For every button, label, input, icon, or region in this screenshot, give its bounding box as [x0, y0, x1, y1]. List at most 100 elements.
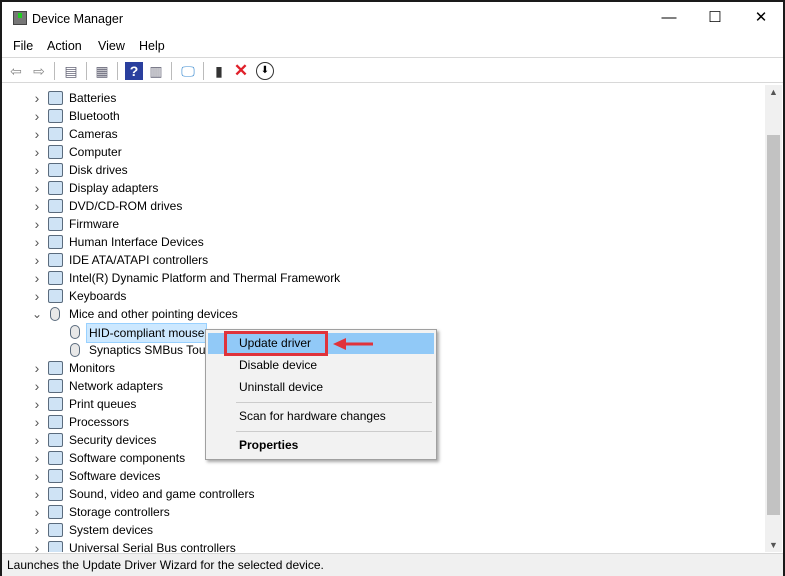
item-label: Intel(R) Dynamic Platform and Thermal Fr… — [69, 271, 341, 285]
chevron-right-icon[interactable]: › — [32, 197, 42, 215]
device-manager-icon — [13, 11, 27, 25]
device-icon — [48, 523, 63, 537]
item-label: DVD/CD-ROM drives — [69, 199, 183, 213]
properties-icon[interactable]: ▦ — [93, 62, 111, 80]
device-icon — [48, 397, 63, 411]
annotation-highlight-box — [224, 331, 328, 356]
download-icon[interactable]: ⬇ — [256, 62, 274, 80]
menu-help[interactable]: Help — [139, 39, 165, 53]
uninstall-icon[interactable]: ✕ — [232, 62, 250, 80]
maximize-button[interactable]: ☐ — [692, 2, 738, 34]
device-icon — [48, 469, 63, 483]
toolbar: ⇦ ⇨ ▤ ▦ ? ▥ 🖵 ▮ ✕ ⬇ — [2, 57, 783, 83]
device-icon — [48, 235, 63, 249]
menu-action[interactable]: Action — [47, 39, 82, 53]
chevron-right-icon[interactable]: › — [32, 233, 42, 251]
menu-item-disable-device[interactable]: Disable device — [208, 355, 434, 376]
chevron-right-icon[interactable]: › — [32, 413, 42, 431]
scroll-down-icon[interactable]: ▼ — [765, 540, 782, 550]
scroll-thumb[interactable] — [767, 135, 780, 515]
category-item[interactable]: › Storage controllers — [6, 503, 706, 521]
chevron-right-icon[interactable]: › — [32, 449, 42, 467]
chevron-right-icon[interactable]: › — [32, 395, 42, 413]
chevron-right-icon[interactable]: › — [32, 251, 42, 269]
vertical-scrollbar[interactable]: ▲ ▼ — [765, 85, 782, 552]
menu-file[interactable]: File — [13, 39, 33, 53]
chevron-right-icon[interactable]: › — [32, 521, 42, 539]
item-label: Universal Serial Bus controllers — [69, 541, 236, 552]
chevron-right-icon[interactable]: › — [32, 89, 42, 107]
item-label: Network adapters — [69, 379, 164, 393]
category-item[interactable]: › Firmware — [6, 215, 706, 233]
category-item[interactable]: › IDE ATA/ATAPI controllers — [6, 251, 706, 269]
chevron-right-icon[interactable]: › — [32, 431, 42, 449]
chevron-right-icon[interactable]: › — [32, 125, 42, 143]
menu-view[interactable]: View — [98, 39, 125, 53]
menu-item-scan-hardware[interactable]: Scan for hardware changes — [208, 406, 434, 427]
category-item[interactable]: › System devices — [6, 521, 706, 539]
chevron-right-icon[interactable]: › — [32, 539, 42, 552]
item-label: IDE ATA/ATAPI controllers — [69, 253, 209, 267]
device-icon — [48, 163, 63, 177]
chevron-right-icon[interactable]: › — [32, 107, 42, 125]
chevron-right-icon[interactable]: › — [32, 359, 42, 377]
category-item[interactable]: › Sound, video and game controllers — [6, 485, 706, 503]
chevron-right-icon[interactable]: › — [32, 161, 42, 179]
device-icon — [48, 487, 63, 501]
menu-item-uninstall-device[interactable]: Uninstall device — [208, 377, 434, 398]
chevron-down-icon[interactable]: ⌄ — [32, 305, 42, 323]
device-icon — [48, 361, 63, 375]
category-item[interactable]: › Software devices — [6, 467, 706, 485]
chevron-right-icon[interactable]: › — [32, 179, 42, 197]
category-item[interactable]: › Bluetooth — [6, 107, 706, 125]
category-item[interactable]: › Keyboards — [6, 287, 706, 305]
category-item[interactable]: › Intel(R) Dynamic Platform and Thermal F… — [6, 269, 706, 287]
item-label: Storage controllers — [69, 505, 170, 519]
close-button[interactable]: ✕ — [738, 2, 784, 34]
item-label: Software components — [69, 451, 186, 465]
forward-icon[interactable]: ⇨ — [30, 62, 48, 80]
item-label: HID-compliant mouse — [86, 323, 208, 343]
chevron-right-icon[interactable]: › — [32, 143, 42, 161]
device-icon — [48, 415, 63, 429]
category-item[interactable]: › Universal Serial Bus controllers — [6, 539, 706, 552]
category-item[interactable]: › Computer — [6, 143, 706, 161]
device-icon — [48, 289, 63, 303]
menu-item-properties[interactable]: Properties — [208, 435, 434, 456]
category-item[interactable]: › Display adapters — [6, 179, 706, 197]
chevron-right-icon[interactable]: › — [32, 269, 42, 287]
category-item[interactable]: › Cameras — [6, 125, 706, 143]
scan-hardware-icon[interactable]: 🖵 — [179, 62, 197, 80]
device-icon — [48, 199, 63, 213]
help-icon[interactable]: ? — [125, 62, 143, 80]
item-label: Sound, video and game controllers — [69, 487, 255, 501]
category-item[interactable]: ⌄ Mice and other pointing devices — [6, 305, 706, 323]
back-icon[interactable]: ⇦ — [7, 62, 25, 80]
minimize-button[interactable]: — — [646, 2, 692, 34]
annotation-arrow-icon — [333, 338, 373, 350]
category-item[interactable]: › Disk drives — [6, 161, 706, 179]
item-label: Disk drives — [69, 163, 128, 177]
device-icon — [48, 433, 63, 447]
item-label: Firmware — [69, 217, 119, 231]
chevron-right-icon[interactable]: › — [32, 467, 42, 485]
chevron-right-icon[interactable]: › — [32, 503, 42, 521]
update-driver-icon[interactable]: ▮ — [210, 62, 228, 80]
scroll-up-icon[interactable]: ▲ — [765, 87, 782, 97]
item-label: Monitors — [69, 361, 116, 375]
device-icon — [48, 505, 63, 519]
device-tree[interactable]: › Batteries › Bluetooth › Cameras › Computer › Di… — [6, 84, 764, 552]
category-item[interactable]: › Batteries — [6, 89, 706, 107]
category-item[interactable]: › DVD/CD-ROM drives — [6, 197, 706, 215]
chevron-right-icon[interactable]: › — [32, 485, 42, 503]
show-hide-tree-icon[interactable]: ▤ — [62, 62, 80, 80]
chevron-right-icon[interactable]: › — [32, 377, 42, 395]
category-item[interactable]: › Human Interface Devices — [6, 233, 706, 251]
action-pane-icon[interactable]: ▥ — [147, 62, 165, 80]
menu-bar: File Action View Help — [2, 37, 783, 57]
device-icon — [48, 541, 63, 552]
item-label: Display adapters — [69, 181, 159, 195]
chevron-right-icon[interactable]: › — [32, 215, 42, 233]
chevron-right-icon[interactable]: › — [32, 287, 42, 305]
device-manager-window: Device Manager — ☐ ✕ File Action View He… — [0, 0, 785, 576]
